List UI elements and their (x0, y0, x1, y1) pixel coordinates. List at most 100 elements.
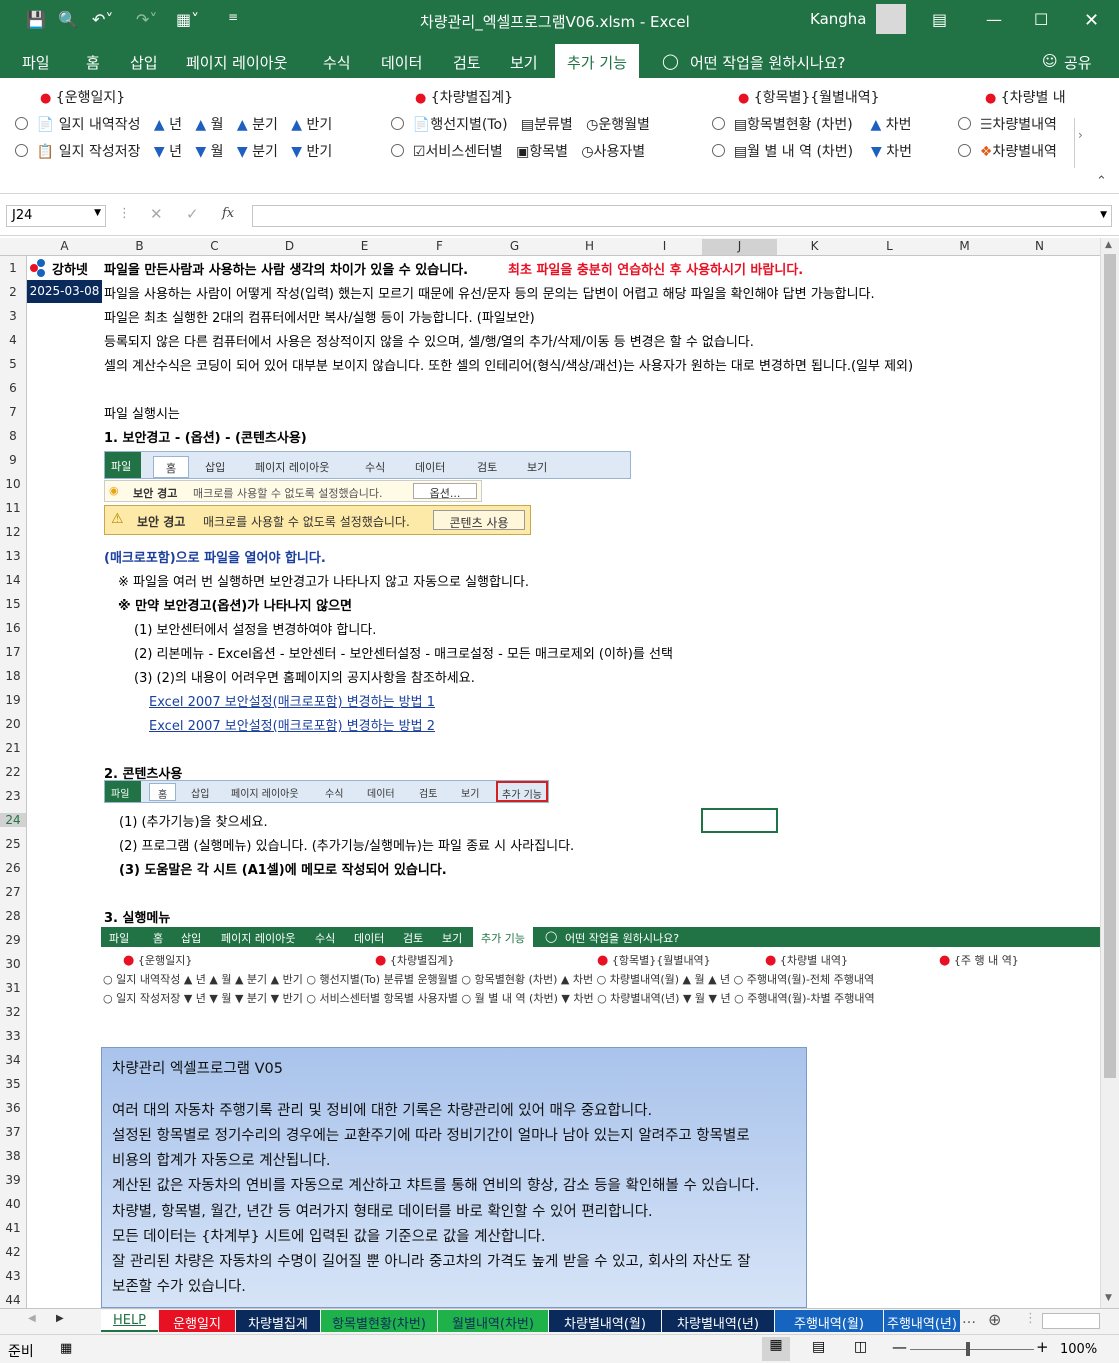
car-number-up-button[interactable]: 차번 (886, 117, 912, 133)
column-header-selected[interactable]: J (702, 239, 777, 255)
formula-input[interactable]: ▼ (252, 205, 1112, 227)
sheet-tab[interactable]: 차량별집계 (236, 1310, 320, 1332)
help-link-1[interactable]: Excel 2007 보안설정(매크로포함) 변경하는 방법 1 (149, 691, 435, 710)
radio-option[interactable] (958, 117, 971, 130)
row-header[interactable]: 44 (0, 1293, 26, 1307)
horizontal-scrollbar[interactable] (1042, 1313, 1100, 1329)
zoom-slider[interactable] (910, 1349, 1034, 1350)
sheet-tab[interactable]: 월별내역(차번) (438, 1310, 548, 1332)
undo-icon[interactable]: ↶˅ (92, 10, 113, 29)
radio-option[interactable] (15, 117, 28, 130)
month-up-button[interactable]: 월 (211, 117, 224, 133)
column-header[interactable]: H (552, 239, 627, 253)
column-header[interactable]: G (477, 239, 552, 253)
row-header[interactable]: 29 (0, 933, 26, 947)
row-header[interactable]: 6 (0, 381, 26, 395)
close-icon[interactable]: ✕ (1084, 10, 1099, 31)
more-sheets-icon[interactable]: … (962, 1311, 976, 1327)
monthly-detail-button[interactable]: 월 별 내 역 (차번) (747, 144, 853, 160)
row-header[interactable]: 40 (0, 1197, 26, 1211)
page-layout-icon[interactable]: ▤ (812, 1339, 825, 1355)
row-header[interactable]: 1 (0, 261, 26, 275)
zoom-thumb[interactable] (966, 1342, 970, 1356)
row-header[interactable]: 36 (0, 1101, 26, 1115)
quarter-up-button[interactable]: 분기 (252, 117, 278, 133)
year-down-button[interactable]: 년 (169, 144, 182, 160)
collapse-ribbon-icon[interactable]: ⌃ (1096, 174, 1107, 189)
vehicle-monthly-button[interactable]: 차량별내역 (992, 117, 1056, 133)
minimize-icon[interactable]: — (986, 10, 1002, 29)
row-header[interactable]: 34 (0, 1053, 26, 1067)
ribbon-display-icon[interactable]: ▤ (932, 10, 947, 29)
row-header[interactable]: 14 (0, 573, 26, 587)
scroll-up-icon[interactable]: ▲ (1105, 240, 1112, 250)
tab-data[interactable]: 데이터 (381, 52, 422, 73)
row-header[interactable]: 20 (0, 717, 26, 731)
save-log-button[interactable]: 일지 작성저장 (59, 144, 141, 160)
column-header[interactable]: L (852, 239, 927, 253)
month-down-button[interactable]: 월 (211, 144, 224, 160)
row-header[interactable]: 11 (0, 501, 26, 515)
save-icon[interactable]: 💾 (26, 10, 46, 29)
row-header[interactable]: 5 (0, 357, 26, 371)
row-header[interactable]: 30 (0, 957, 26, 971)
car-number-down-button[interactable]: 차번 (886, 144, 912, 160)
user-name[interactable]: Kangha (810, 10, 867, 28)
share-button[interactable]: 공유 (1064, 52, 1092, 73)
row-header[interactable]: 25 (0, 837, 26, 851)
row-header[interactable]: 39 (0, 1173, 26, 1187)
write-log-button[interactable]: 일지 내역작성 (59, 117, 141, 133)
customize-qat-icon[interactable]: ≡ (228, 10, 238, 24)
chevron-down-icon[interactable]: ▼ (1100, 210, 1107, 220)
macro-record-icon[interactable]: ▦ (60, 1341, 72, 1356)
radio-option[interactable] (958, 144, 971, 157)
help-link-2[interactable]: Excel 2007 보안설정(매크로포함) 변경하는 방법 2 (149, 715, 435, 734)
sheet-tab[interactable]: 주행내역(년) (884, 1310, 960, 1332)
row-header[interactable]: 37 (0, 1125, 26, 1139)
monthly-run-button[interactable]: 운행월별 (598, 117, 650, 133)
row-header[interactable]: 27 (0, 885, 26, 899)
radio-option[interactable] (15, 144, 28, 157)
tab-page-layout[interactable]: 페이지 레이아웃 (186, 52, 287, 73)
row-header[interactable]: 17 (0, 645, 26, 659)
row-header[interactable]: 16 (0, 621, 26, 635)
tab-review[interactable]: 검토 (453, 52, 481, 73)
radio-option[interactable] (391, 117, 404, 130)
column-header[interactable]: D (252, 239, 327, 253)
row-header[interactable]: 32 (0, 1005, 26, 1019)
column-header[interactable]: F (402, 239, 477, 253)
name-box[interactable]: J24 ▼ (6, 205, 106, 227)
add-sheet-icon[interactable]: ⊕ (988, 1310, 1001, 1329)
sheet-tab[interactable]: 운행일지 (159, 1310, 235, 1332)
row-header[interactable]: 21 (0, 741, 26, 755)
quarter-down-button[interactable]: 분기 (252, 144, 278, 160)
row-header[interactable]: 31 (0, 981, 26, 995)
tab-view[interactable]: 보기 (510, 52, 538, 73)
row-header[interactable]: 3 (0, 309, 26, 323)
date-cell[interactable]: 2025-03-08 (27, 280, 102, 303)
selected-cell[interactable] (701, 808, 778, 833)
print-preview-icon[interactable]: 🔍 (58, 10, 78, 29)
share-icon[interactable]: ☺ (1042, 52, 1058, 70)
sheet-prev-icon[interactable]: ◀ (28, 1313, 36, 1324)
column-header[interactable]: B (102, 239, 177, 253)
row-header[interactable]: 19 (0, 693, 26, 707)
row-header[interactable]: 43 (0, 1269, 26, 1283)
tab-file[interactable]: 파일 (22, 52, 50, 73)
column-header[interactable]: M (927, 239, 1002, 253)
row-header[interactable]: 10 (0, 477, 26, 491)
vertical-scrollbar[interactable]: ▲ ▼ (1100, 238, 1119, 1308)
form-icon[interactable]: ▦˅ (176, 10, 199, 29)
row-header[interactable]: 18 (0, 669, 26, 683)
destination-button[interactable]: 행선지별(To) (430, 117, 507, 133)
row-header[interactable]: 35 (0, 1077, 26, 1091)
tab-formulas[interactable]: 수식 (323, 52, 351, 73)
radio-option[interactable] (712, 144, 725, 157)
tab-split-icon[interactable]: ⋮ (1024, 1311, 1037, 1326)
row-header[interactable]: 33 (0, 1029, 26, 1043)
column-header[interactable]: K (777, 239, 852, 253)
radio-option[interactable] (391, 144, 404, 157)
user-button[interactable]: 사용자별 (594, 144, 646, 160)
row-header[interactable]: 12 (0, 525, 26, 539)
sheet-tab[interactable]: 주행내역(월) (775, 1310, 883, 1332)
